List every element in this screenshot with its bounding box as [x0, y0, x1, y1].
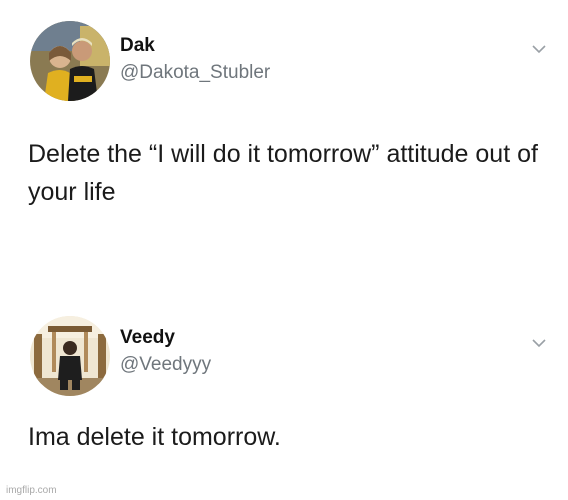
author-handle[interactable]: @Dakota_Stubler	[120, 62, 270, 84]
chevron-down-icon[interactable]	[531, 337, 547, 349]
tweet-text: Delete the “I will do it tomorrow” attit…	[28, 140, 538, 206]
chevron-down-icon[interactable]	[531, 43, 547, 55]
author-name[interactable]: Veedy	[120, 327, 175, 349]
tweet-text: Ima delete it tomorrow.	[28, 423, 281, 451]
author-handle[interactable]: @Veedyyy	[120, 354, 211, 376]
avatar[interactable]	[30, 316, 110, 396]
avatar[interactable]	[30, 21, 110, 101]
author-name[interactable]: Dak	[120, 35, 155, 57]
watermark: imgflip.com	[6, 485, 57, 496]
